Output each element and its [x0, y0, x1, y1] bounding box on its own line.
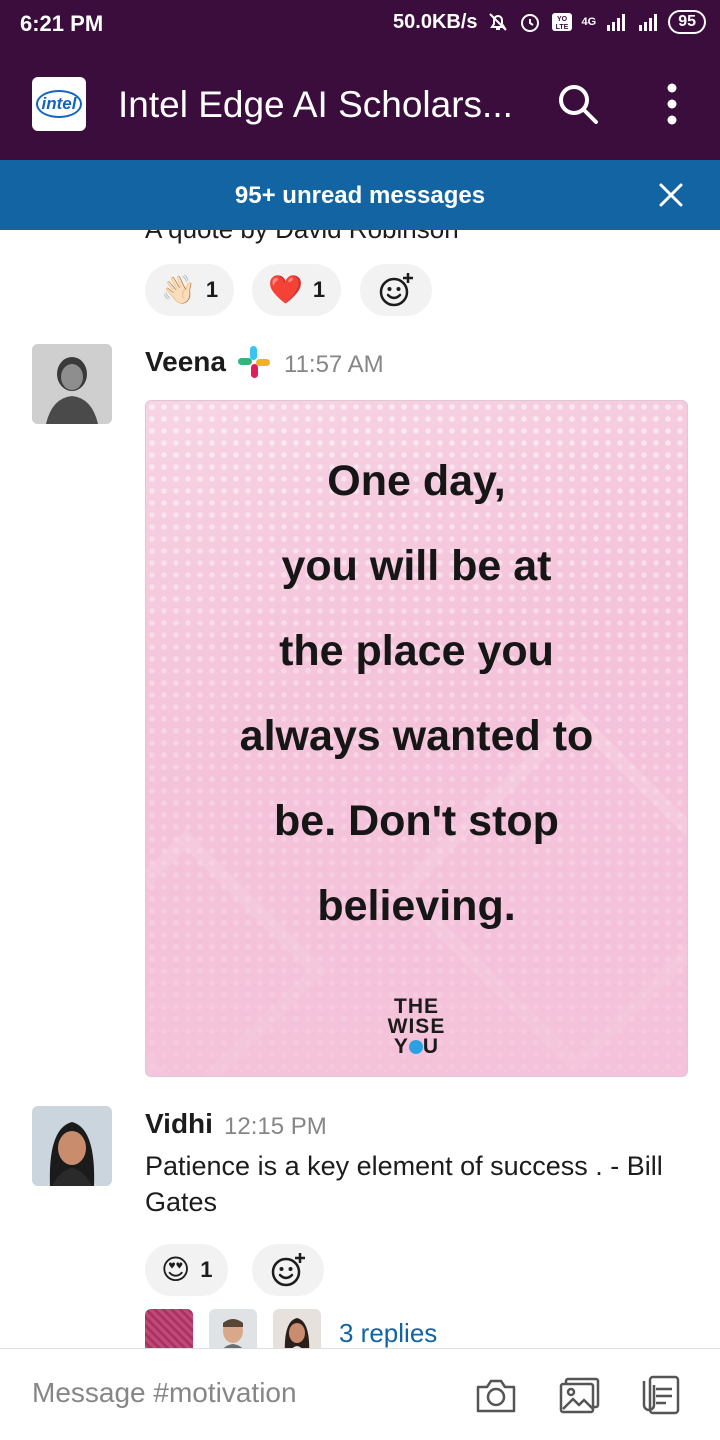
alarm-icon — [520, 14, 539, 32]
channel-title[interactable]: Intel Edge AI Scholars... — [118, 84, 538, 126]
status-indicators: 50.0KB/s YO LTE 4G 95 — [393, 10, 706, 34]
reply-avatar — [209, 1309, 257, 1348]
add-reaction-icon — [379, 273, 413, 307]
reply-avatar — [145, 1309, 193, 1348]
user-photo — [32, 344, 112, 424]
user-photo — [273, 1309, 321, 1348]
app-bar: intel Intel Edge AI Scholars... — [0, 48, 720, 160]
network-type: 4G — [581, 16, 597, 28]
reaction-count: 1 — [200, 1257, 213, 1282]
close-icon[interactable] — [658, 182, 684, 208]
message-timestamp: 12:15 PM — [224, 1113, 327, 1140]
quote-line: you will be at — [281, 542, 552, 590]
svg-text:YO: YO — [556, 16, 567, 23]
reaction-pill[interactable]: ❤️ 1 — [252, 264, 342, 316]
message-timestamp: 11:57 AM — [284, 351, 384, 378]
quote-line: the place you — [279, 627, 554, 675]
user-photo — [32, 1106, 112, 1186]
brand-logo: THE WISE YU — [146, 995, 687, 1058]
slack-logo-icon — [238, 346, 270, 378]
signal-icon — [607, 14, 626, 31]
waving-hand-emoji: 👋🏻 — [161, 274, 196, 305]
replies-link[interactable]: 3 replies — [339, 1318, 437, 1349]
brand-dot — [408, 1040, 423, 1055]
battery-indicator: 95 — [668, 10, 706, 34]
message-composer — [0, 1348, 720, 1440]
unread-banner-text[interactable]: 95+ unread messages — [0, 182, 720, 210]
avatar[interactable] — [32, 1106, 112, 1186]
image-icon[interactable] — [558, 1375, 602, 1415]
more-vertical-icon[interactable] — [652, 82, 692, 126]
quote-image[interactable]: One day, you will be at the place you al… — [145, 400, 688, 1077]
search-icon[interactable] — [556, 82, 600, 126]
message-list[interactable]: A quote by David Robinson 👋🏻 1 ❤️ 1 Veen… — [0, 230, 720, 1348]
network-speed: 50.0KB/s — [393, 10, 478, 33]
quote-line: always wanted to — [239, 712, 594, 760]
heart-eyes-emoji: 😍 — [161, 1254, 191, 1285]
avatar[interactable] — [32, 344, 112, 424]
add-reaction-button[interactable] — [360, 264, 432, 316]
heart-emoji: ❤️ — [268, 274, 303, 305]
quote-line: believing. — [317, 882, 516, 930]
brand-line: YU — [146, 1035, 687, 1058]
intel-logo: intel — [35, 90, 83, 118]
quote-line: One day, — [327, 457, 506, 505]
status-bar: 6:21 PM 50.0KB/s YO LTE 4G 95 — [0, 0, 720, 48]
sender-name[interactable]: Veena — [145, 346, 226, 378]
files-icon[interactable] — [640, 1375, 684, 1415]
brand-line: WISE — [387, 1015, 446, 1038]
unread-banner[interactable]: 95+ unread messages — [0, 160, 720, 230]
brand-letter: Y — [393, 1035, 409, 1058]
reaction-count: 1 — [205, 277, 219, 302]
reply-avatar — [273, 1309, 321, 1348]
status-time: 6:21 PM — [20, 11, 104, 36]
quote-line: be. Don't stop — [274, 797, 559, 845]
message-input[interactable] — [32, 1377, 432, 1409]
user-photo — [209, 1309, 257, 1348]
mute-icon — [488, 13, 507, 31]
reaction-pill[interactable]: 😍 1 — [145, 1244, 229, 1296]
svg-text:LTE: LTE — [555, 24, 568, 31]
volte-icon: YOLTE — [551, 13, 572, 31]
reaction-count: 1 — [312, 277, 326, 302]
signal-icon — [639, 14, 658, 31]
add-reaction-icon — [271, 1253, 305, 1287]
quote-text: One day, you will be at the place you al… — [146, 439, 687, 949]
previous-message-text: A quote by David Robinson — [145, 230, 459, 245]
brand-letter: U — [422, 1035, 440, 1058]
sender-name[interactable]: Vidhi — [145, 1108, 213, 1140]
camera-icon[interactable] — [474, 1375, 518, 1415]
thread-summary[interactable]: 3 replies — [145, 1309, 437, 1349]
reaction-pill[interactable]: 👋🏻 1 — [145, 264, 235, 316]
workspace-logo[interactable]: intel — [32, 77, 86, 131]
brand-line: THE — [394, 995, 439, 1018]
add-reaction-button[interactable] — [252, 1244, 324, 1296]
message-text: Patience is a key element of success . -… — [145, 1151, 663, 1217]
